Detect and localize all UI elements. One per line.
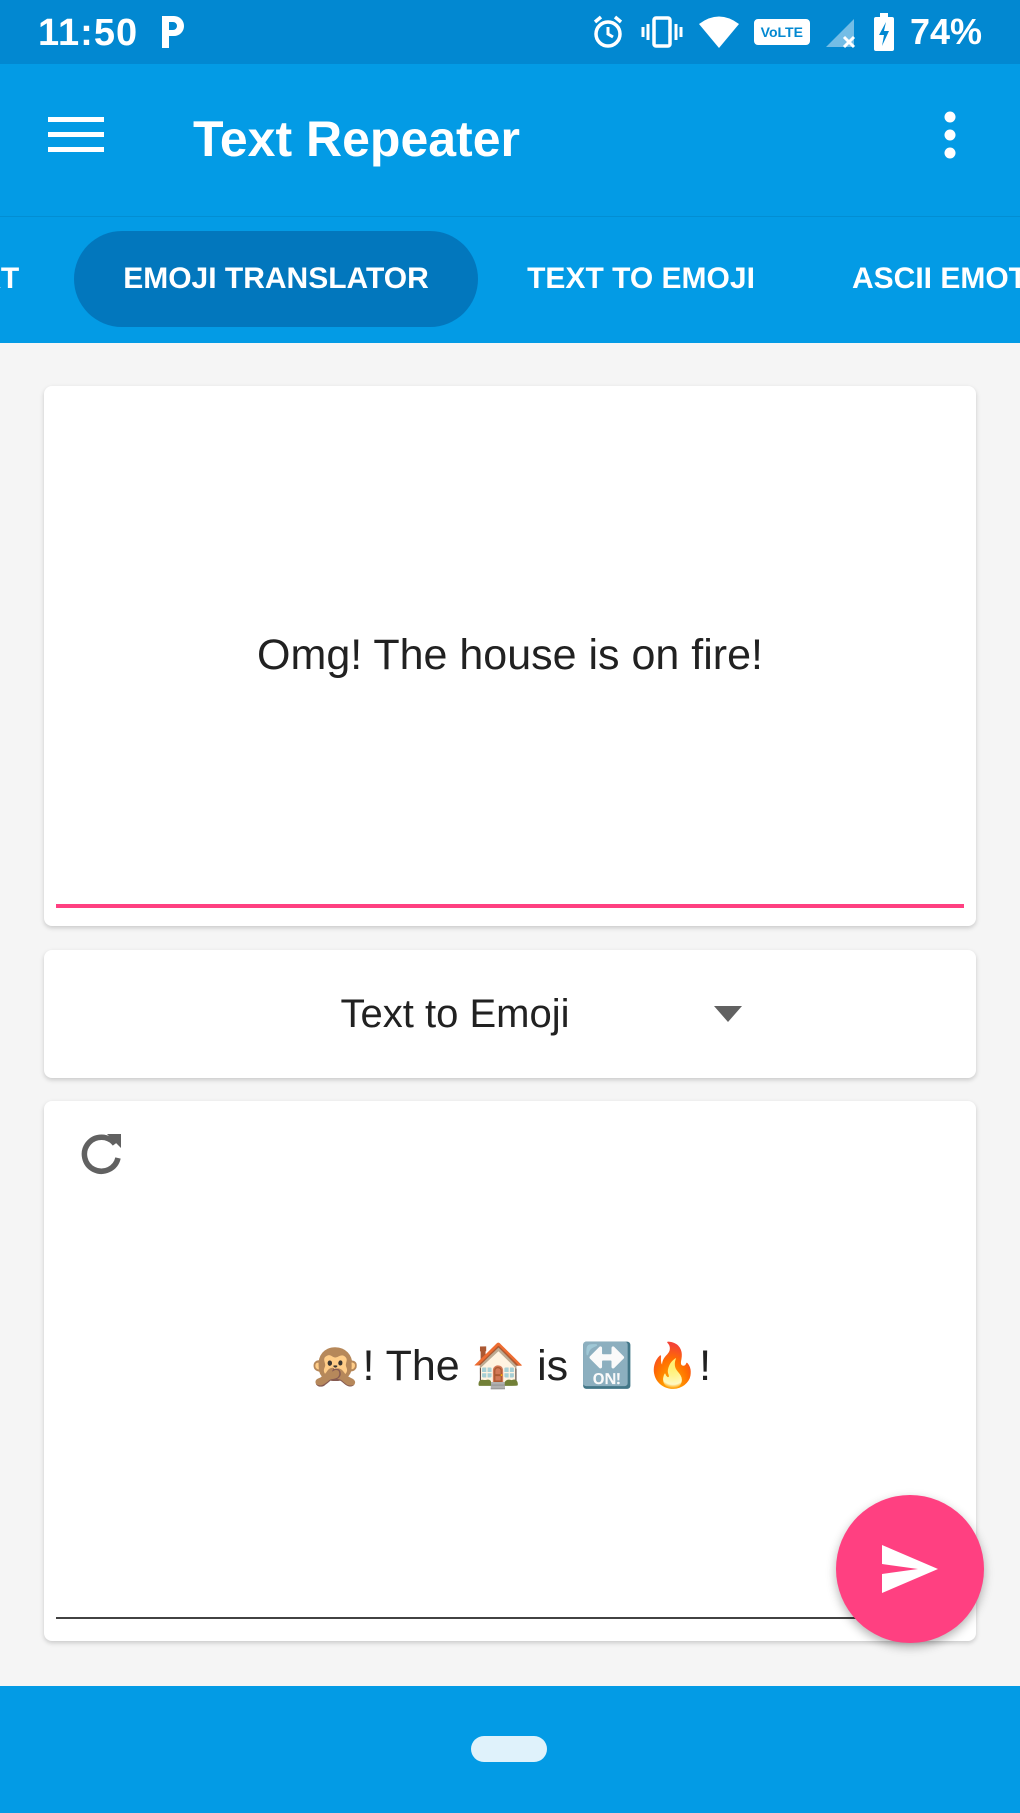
mode-select[interactable]: Text to Emoji xyxy=(44,950,976,1078)
menu-button[interactable] xyxy=(40,104,112,166)
cellular-signal-icon xyxy=(825,19,855,49)
arrow-drop-down-icon xyxy=(714,1006,742,1022)
refresh-button[interactable] xyxy=(70,1123,132,1185)
tab-repeat-text[interactable]: XT xyxy=(0,231,30,327)
output-underline xyxy=(56,1617,964,1619)
status-time: 11:50 xyxy=(38,12,139,54)
mode-select-value: Text to Emoji xyxy=(340,992,570,1036)
input-card: Omg! The house is on fire! xyxy=(44,386,976,926)
tab-label: EMOJI TRANSLATOR xyxy=(123,262,429,295)
status-bar: 11:50 VoLTE 74% xyxy=(0,0,1020,64)
app-bar: Text Repeater xyxy=(0,64,1020,216)
app-title: Text Repeater xyxy=(193,111,520,167)
refresh-icon xyxy=(81,1134,121,1174)
tab-label: TEXT TO EMOJI xyxy=(527,262,755,295)
send-button[interactable] xyxy=(836,1495,984,1643)
tab-ascii-emoticons[interactable]: ASCII EMOT xyxy=(852,231,1020,327)
tab-emoji-translator[interactable]: EMOJI TRANSLATOR xyxy=(74,231,478,327)
menu-icon xyxy=(48,117,104,152)
volte-badge: VoLTE xyxy=(753,19,810,45)
tab-bar: XT EMOJI TRANSLATOR TEXT TO EMOJI ASCII … xyxy=(0,216,1020,343)
alarm-icon xyxy=(593,15,622,48)
battery-percent: 74% xyxy=(909,11,982,52)
input-text-field[interactable]: Omg! The house is on fire! xyxy=(44,631,976,680)
tab-text-to-emoji[interactable]: TEXT TO EMOJI xyxy=(510,231,772,327)
battery-charging-icon xyxy=(873,13,894,51)
vibrate-icon xyxy=(641,16,683,48)
send-icon xyxy=(882,1545,938,1593)
home-handle[interactable] xyxy=(471,1736,547,1762)
status-icons: VoLTE 74% xyxy=(590,10,982,54)
wifi-icon xyxy=(698,16,739,48)
output-text[interactable]: 🙊! The 🏠 is 🔛 🔥! xyxy=(44,1341,976,1391)
tab-label: XT xyxy=(0,262,20,295)
input-underline xyxy=(56,904,964,908)
tab-label: ASCII EMOT xyxy=(852,262,1020,295)
more-vert-icon xyxy=(944,111,956,159)
more-options-button[interactable] xyxy=(920,104,980,166)
parking-notification-icon xyxy=(162,16,184,48)
system-nav-bar xyxy=(0,1686,1020,1813)
